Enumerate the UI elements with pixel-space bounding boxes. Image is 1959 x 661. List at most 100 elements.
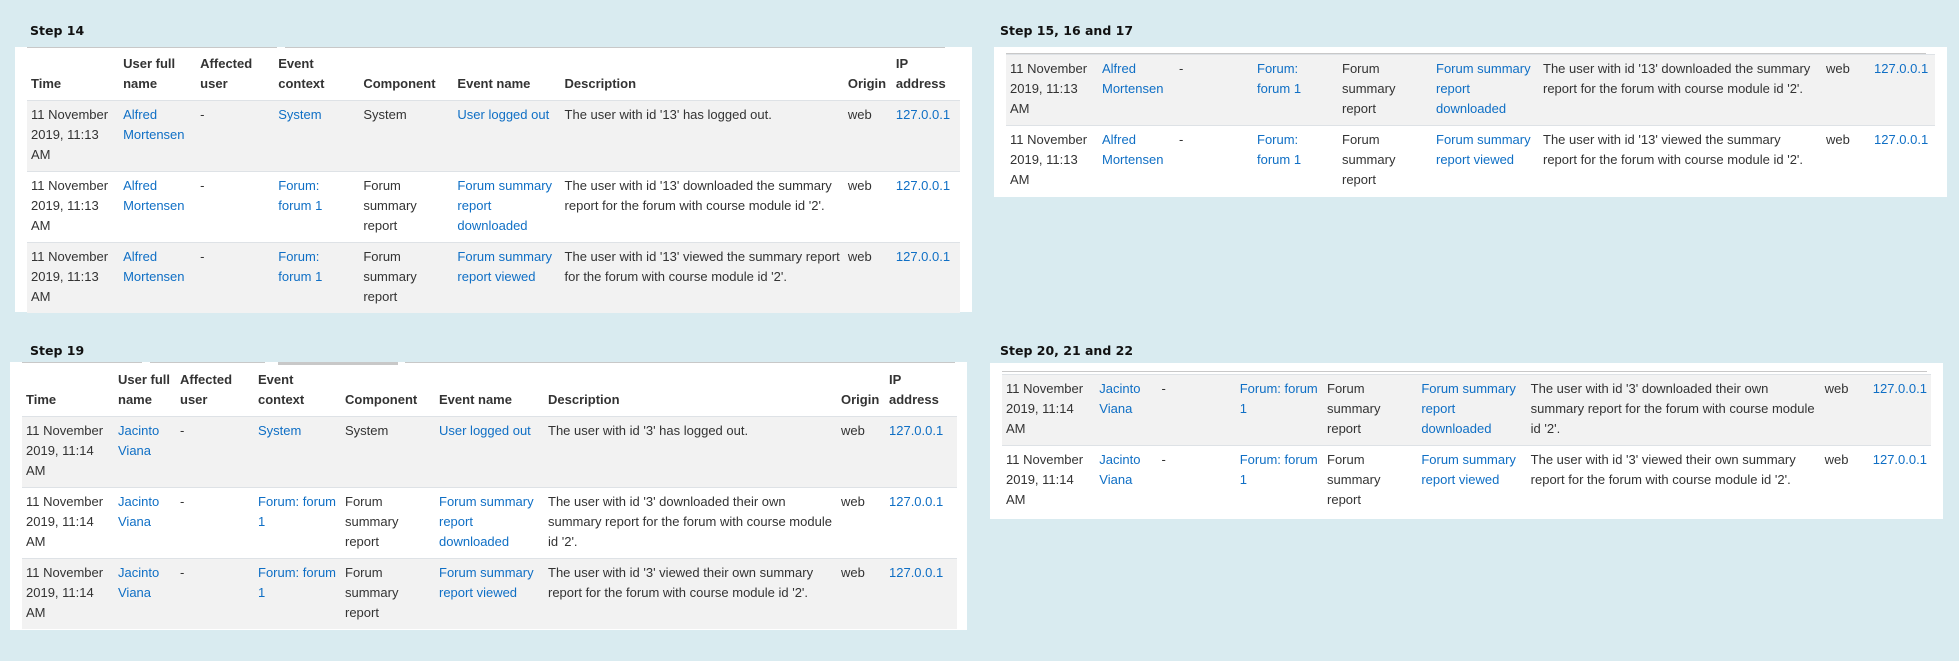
event-context-link[interactable]: System — [258, 423, 301, 438]
cell-context: Forum: forum 1 — [1253, 54, 1338, 126]
step-19-panel: Time User full name Affected user Event con… — [10, 362, 967, 630]
column-header-description[interactable]: Description — [544, 366, 837, 417]
column-header-ip[interactable]: IP address — [885, 366, 957, 417]
ip-address-link[interactable]: 127.0.0.1 — [889, 423, 943, 438]
description-cell: The user with id '13' has logged out. — [560, 100, 844, 172]
user-full-name-link[interactable]: Jacinto Viana — [118, 423, 159, 458]
column-header-ip[interactable]: IP address — [891, 50, 960, 101]
component-cell: Forum summary report — [1323, 374, 1418, 446]
event-name-link[interactable]: Forum summary report downloaded — [457, 178, 552, 233]
cell-event: User logged out — [435, 416, 544, 488]
description-cell: The user with id '3' downloaded their ow… — [1526, 374, 1821, 446]
user-full-name-link[interactable]: Alfred Mortensen — [1102, 61, 1163, 96]
event-context-link[interactable]: Forum: forum 1 — [278, 178, 322, 213]
time-cell: 11 November 2019, 11:14 AM — [22, 416, 114, 488]
user-full-name-link[interactable]: Jacinto Viana — [118, 565, 159, 600]
event-name-link[interactable]: Forum summary report viewed — [1436, 132, 1531, 167]
cell-event: Forum summary report viewed — [435, 558, 544, 629]
event-name-link[interactable]: User logged out — [457, 107, 549, 122]
column-header-time[interactable]: Time — [27, 50, 120, 101]
user-full-name-link[interactable]: Alfred Mortensen — [123, 107, 184, 142]
header-row: Time User full name Affected user Event con… — [27, 50, 960, 101]
event-name-link[interactable]: Forum summary report viewed — [1421, 452, 1516, 487]
column-header-user[interactable]: User full name — [119, 50, 197, 101]
ip-address-link[interactable]: 127.0.0.1 — [889, 494, 943, 509]
origin-cell: web — [837, 487, 885, 559]
time-cell: 11 November 2019, 11:14 AM — [22, 487, 114, 559]
table-row: 11 November 2019, 11:14 AM Jacinto Viana -… — [1002, 374, 1931, 446]
column-header-user[interactable]: User full name — [114, 366, 176, 417]
column-header-context[interactable]: Event context — [254, 366, 341, 417]
step-15-panel: 11 November 2019, 11:13 AM Alfred Mortens… — [994, 47, 1947, 197]
cell-event: Forum summary report downloaded — [1417, 374, 1527, 446]
column-header-event[interactable]: Event name — [453, 50, 561, 101]
user-full-name-link[interactable]: Alfred Mortensen — [1102, 132, 1163, 167]
column-header-origin[interactable]: Origin — [843, 50, 892, 101]
column-header-context[interactable]: Event context — [274, 50, 360, 101]
time-cell: 11 November 2019, 11:13 AM — [1006, 54, 1098, 126]
column-header-origin[interactable]: Origin — [837, 366, 885, 417]
cell-event: Forum summary report viewed — [453, 242, 561, 313]
component-cell: System — [341, 416, 435, 488]
cell-event: Forum summary report viewed — [1417, 445, 1527, 516]
cell-event: Forum summary report downloaded — [1432, 54, 1539, 126]
ip-address-link[interactable]: 127.0.0.1 — [896, 249, 950, 264]
event-name-link[interactable]: Forum summary report viewed — [439, 565, 534, 600]
ip-address-link[interactable]: 127.0.0.1 — [889, 565, 943, 580]
user-full-name-link[interactable]: Jacinto Viana — [1099, 452, 1140, 487]
column-header-event[interactable]: Event name — [435, 366, 544, 417]
step-20-panel: 11 November 2019, 11:14 AM Jacinto Viana -… — [990, 363, 1943, 519]
cell-event: Forum summary report downloaded — [453, 171, 561, 243]
time-cell: 11 November 2019, 11:13 AM — [27, 100, 120, 172]
description-cell: The user with id '3' viewed their own su… — [1526, 445, 1821, 516]
event-name-link[interactable]: User logged out — [439, 423, 531, 438]
ip-address-link[interactable]: 127.0.0.1 — [1874, 132, 1928, 147]
ip-address-link[interactable]: 127.0.0.1 — [1874, 61, 1928, 76]
component-cell: Forum summary report — [359, 242, 454, 313]
affected-user-cell: - — [176, 487, 254, 559]
event-name-link[interactable]: Forum summary report downloaded — [1421, 381, 1516, 436]
origin-cell: web — [837, 558, 885, 629]
ip-address-link[interactable]: 127.0.0.1 — [896, 178, 950, 193]
table-row: 11 November 2019, 11:13 AM Alfred Mortens… — [1006, 54, 1935, 126]
cell-context: Forum: forum 1 — [1253, 125, 1338, 196]
event-context-link[interactable]: Forum: forum 1 — [1240, 381, 1318, 416]
event-context-link[interactable]: Forum: forum 1 — [258, 565, 336, 600]
column-header-component[interactable]: Component — [341, 366, 435, 417]
ip-address-link[interactable]: 127.0.0.1 — [896, 107, 950, 122]
event-context-link[interactable]: Forum: forum 1 — [1240, 452, 1318, 487]
event-context-link[interactable]: Forum: forum 1 — [1257, 132, 1301, 167]
ip-address-link[interactable]: 127.0.0.1 — [1873, 381, 1927, 396]
event-context-link[interactable]: Forum: forum 1 — [278, 249, 322, 284]
event-context-link[interactable]: Forum: forum 1 — [1257, 61, 1301, 96]
affected-user-cell: - — [1157, 445, 1236, 516]
cell-context: Forum: forum 1 — [254, 487, 341, 559]
event-name-link[interactable]: Forum summary report viewed — [457, 249, 552, 284]
event-name-link[interactable]: Forum summary report downloaded — [439, 494, 534, 549]
table-row: 11 November 2019, 11:14 AM Jacinto Viana -… — [22, 487, 957, 559]
time-cell: 11 November 2019, 11:13 AM — [1006, 125, 1098, 196]
user-full-name-link[interactable]: Alfred Mortensen — [123, 178, 184, 213]
event-context-link[interactable]: System — [278, 107, 321, 122]
description-cell: The user with id '3' has logged out. — [544, 416, 837, 488]
event-context-link[interactable]: Forum: forum 1 — [258, 494, 336, 529]
event-name-link[interactable]: Forum summary report downloaded — [1436, 61, 1531, 116]
step-19-title: Step 19 — [30, 343, 85, 358]
step-19-log-table: Time User full name Affected user Event con… — [22, 366, 957, 629]
column-header-description[interactable]: Description — [560, 50, 844, 101]
user-full-name-link[interactable]: Jacinto Viana — [1099, 381, 1140, 416]
user-full-name-link[interactable]: Alfred Mortensen — [123, 249, 184, 284]
cell-ip: 127.0.0.1 — [891, 171, 960, 243]
column-header-time[interactable]: Time — [22, 366, 114, 417]
column-header-affected[interactable]: Affected user — [176, 366, 254, 417]
user-full-name-link[interactable]: Jacinto Viana — [118, 494, 159, 529]
step-14-log-table: Time User full name Affected user Event con… — [27, 50, 960, 313]
column-header-affected[interactable]: Affected user — [196, 50, 275, 101]
ip-address-link[interactable]: 127.0.0.1 — [1873, 452, 1927, 467]
cell-context: Forum: forum 1 — [274, 171, 360, 243]
column-header-component[interactable]: Component — [359, 50, 454, 101]
cell-user: Alfred Mortensen — [1098, 125, 1175, 196]
cell-ip: 127.0.0.1 — [1870, 125, 1935, 196]
time-cell: 11 November 2019, 11:14 AM — [1002, 445, 1096, 516]
table-row: 11 November 2019, 11:13 AM Alfred Mortens… — [27, 171, 960, 243]
